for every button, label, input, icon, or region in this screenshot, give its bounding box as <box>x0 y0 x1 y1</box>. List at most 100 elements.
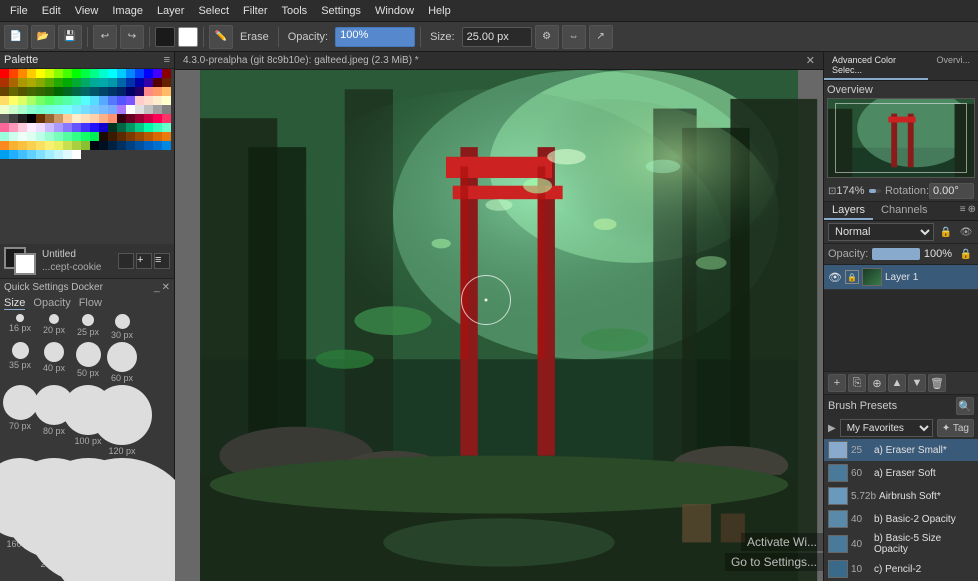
color-swatch[interactable] <box>90 114 99 123</box>
color-swatch[interactable] <box>81 69 90 78</box>
color-swatch[interactable] <box>72 150 81 159</box>
color-swatch[interactable] <box>18 123 27 132</box>
color-swatch[interactable] <box>135 132 144 141</box>
qs-close-icon[interactable]: ✕ <box>162 282 170 293</box>
color-swatch[interactable] <box>18 78 27 87</box>
color-swatch[interactable] <box>117 96 126 105</box>
color-swatch[interactable] <box>99 105 108 114</box>
color-swatch[interactable] <box>18 105 27 114</box>
bp-tag-button[interactable]: ✦ Tag <box>937 419 974 437</box>
color-swatch[interactable] <box>54 141 63 150</box>
color-swatch[interactable] <box>36 78 45 87</box>
opacity-combo[interactable]: 100% <box>335 27 415 47</box>
color-swatch[interactable] <box>90 69 99 78</box>
brush-size-preview[interactable]: 40 px <box>38 342 70 383</box>
color-swatch[interactable] <box>135 141 144 150</box>
color-swatch[interactable] <box>54 78 63 87</box>
merge-layer-button[interactable]: ⊕ <box>868 374 886 392</box>
color-swatch[interactable] <box>81 114 90 123</box>
color-swatch[interactable] <box>126 78 135 87</box>
move-down-button[interactable]: ▼ <box>908 374 926 392</box>
color-swatch[interactable] <box>126 105 135 114</box>
bg-color-button[interactable] <box>178 27 198 47</box>
color-swatch[interactable] <box>36 87 45 96</box>
color-swatch[interactable] <box>9 141 18 150</box>
color-swatch[interactable] <box>63 114 72 123</box>
brush-size-preview[interactable]: 35 px <box>4 342 36 383</box>
color-swatch[interactable] <box>126 69 135 78</box>
color-swatch[interactable] <box>99 87 108 96</box>
add-color-button[interactable]: + <box>136 253 152 269</box>
brush-size-preview[interactable]: 60 px <box>106 342 138 383</box>
color-swatch[interactable] <box>0 150 9 159</box>
qs-tab-size[interactable]: Size <box>4 297 25 310</box>
color-swatch[interactable] <box>72 132 81 141</box>
color-swatch[interactable] <box>18 141 27 150</box>
color-swatch[interactable] <box>9 132 18 141</box>
tab-advanced-color[interactable]: Advanced Color Selec... <box>824 52 928 80</box>
color-swatch[interactable] <box>45 69 54 78</box>
blend-mode-select[interactable]: Normal Multiply Screen Overlay <box>828 223 934 241</box>
color-swatch[interactable] <box>9 69 18 78</box>
color-swatch[interactable] <box>45 96 54 105</box>
color-swatch[interactable] <box>54 69 63 78</box>
color-swatch[interactable] <box>126 96 135 105</box>
color-swatch[interactable] <box>108 69 117 78</box>
color-swatch[interactable] <box>90 78 99 87</box>
color-swatch[interactable] <box>99 96 108 105</box>
color-swatch[interactable] <box>162 96 171 105</box>
overview-thumbnail[interactable] <box>827 98 975 178</box>
opacity-lock-icon[interactable]: 🔒 <box>958 246 974 262</box>
color-swatch[interactable] <box>45 87 54 96</box>
color-swatch[interactable] <box>81 123 90 132</box>
brush-size-preview[interactable]: 300 px <box>106 458 138 581</box>
menu-help[interactable]: Help <box>422 3 457 19</box>
color-swatch[interactable] <box>81 78 90 87</box>
color-swatch[interactable] <box>9 96 18 105</box>
color-swatch[interactable] <box>72 78 81 87</box>
color-swatch[interactable] <box>72 105 81 114</box>
color-swatch[interactable] <box>45 132 54 141</box>
layer-visibility-eye[interactable]: 👁 <box>828 270 842 284</box>
color-swatch[interactable] <box>18 87 27 96</box>
color-swatch[interactable] <box>135 114 144 123</box>
sync-icon[interactable]: ⊡ <box>828 186 836 197</box>
color-swatch[interactable] <box>117 69 126 78</box>
color-swatch[interactable] <box>81 105 90 114</box>
color-swatch[interactable] <box>63 141 72 150</box>
color-swatch[interactable] <box>72 69 81 78</box>
color-swatch[interactable] <box>9 78 18 87</box>
color-swatch[interactable] <box>144 114 153 123</box>
color-swatch[interactable] <box>54 123 63 132</box>
color-swatch[interactable] <box>54 150 63 159</box>
color-swatch[interactable] <box>153 78 162 87</box>
duplicate-layer-button[interactable]: ⎘ <box>848 374 866 392</box>
color-swatch[interactable] <box>135 123 144 132</box>
menu-settings[interactable]: Settings <box>315 3 367 19</box>
color-swatch[interactable] <box>153 69 162 78</box>
color-swatch[interactable] <box>90 87 99 96</box>
qs-tab-flow[interactable]: Flow <box>79 297 102 310</box>
menu-file[interactable]: File <box>4 3 34 19</box>
redo-button[interactable]: ↪ <box>120 25 144 49</box>
color-swatch[interactable] <box>27 96 36 105</box>
color-swatch[interactable] <box>45 123 54 132</box>
tab-layers[interactable]: Layers <box>824 202 873 220</box>
color-swatch[interactable] <box>0 96 9 105</box>
menu-filter[interactable]: Filter <box>237 3 273 19</box>
color-swatch[interactable] <box>144 105 153 114</box>
color-swatch[interactable] <box>45 105 54 114</box>
color-swatch[interactable] <box>153 105 162 114</box>
color-swatch[interactable] <box>162 114 171 123</box>
palette-menu-icon[interactable]: ≡ <box>164 54 170 66</box>
color-swatch[interactable] <box>162 123 171 132</box>
color-swatch[interactable] <box>126 87 135 96</box>
color-swatch[interactable] <box>9 123 18 132</box>
layers-icon1[interactable]: ≡ <box>960 204 966 218</box>
menu-edit[interactable]: Edit <box>36 3 67 19</box>
brush-preset-item[interactable]: 40b) Basic-5 Size Opacity <box>824 531 978 558</box>
layer-visibility-toggle[interactable]: 👁 <box>958 224 974 240</box>
color-swatch[interactable] <box>18 114 27 123</box>
color-swatch[interactable] <box>99 114 108 123</box>
tab-overview[interactable]: Overvi... <box>928 52 978 80</box>
